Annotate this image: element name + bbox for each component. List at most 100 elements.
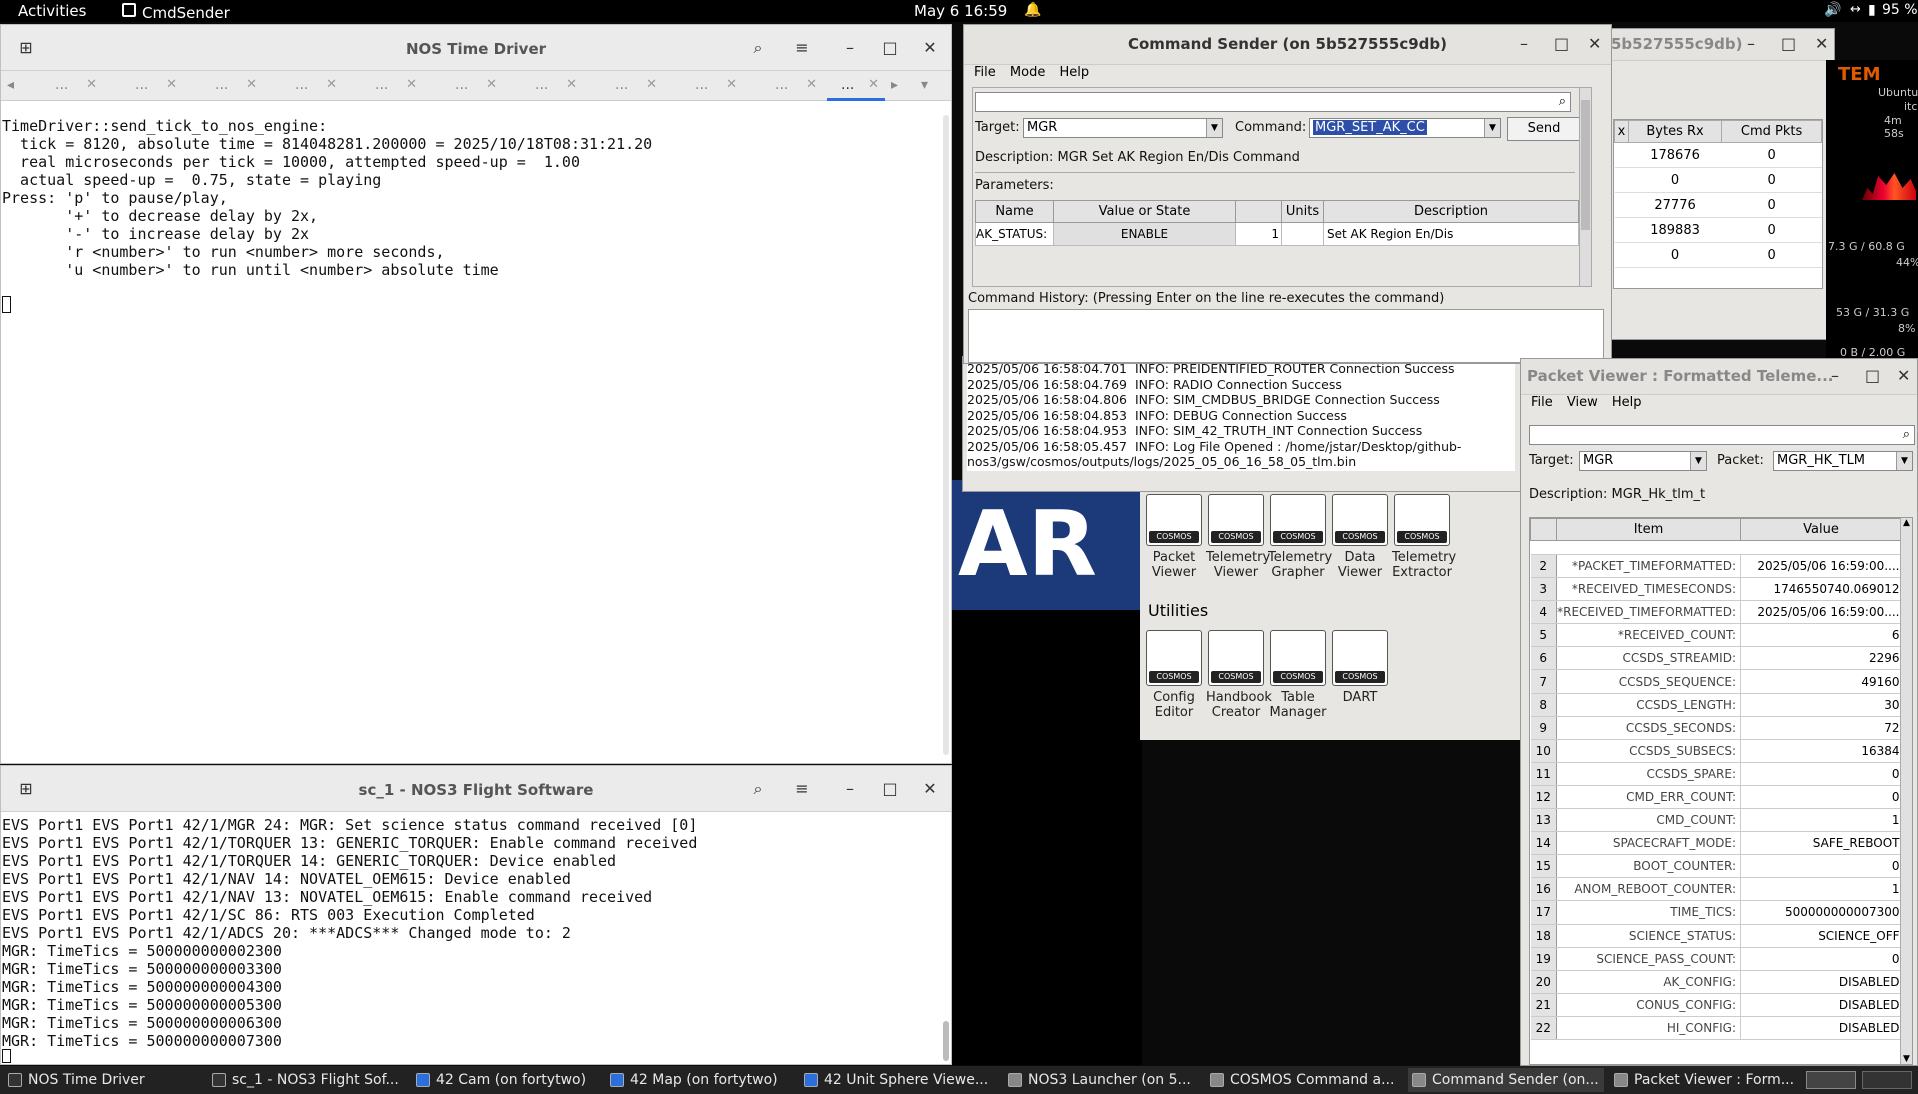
close-icon[interactable]: ✕ <box>915 776 945 802</box>
search-icon[interactable]: ⌕ <box>743 776 773 802</box>
packet-select[interactable]: MGR_HK_TLM ▼ <box>1773 451 1913 471</box>
close-icon[interactable]: ✕ <box>1897 366 1910 385</box>
table-manager-launcher-icon[interactable]: Table Manager <box>1268 630 1328 720</box>
workspace-switcher-2[interactable] <box>1862 1071 1912 1089</box>
telemetry-extractor-launcher-icon[interactable]: Telemetry Extractor <box>1392 494 1456 580</box>
tab-item[interactable]: ... ✕ <box>505 71 583 101</box>
command-history[interactable] <box>968 309 1604 363</box>
close-icon[interactable]: ✕ <box>86 71 97 99</box>
activities-button[interactable]: Activities <box>18 2 86 20</box>
telemetry-viewer-launcher-icon[interactable]: Telemetry Viewer <box>1206 494 1270 580</box>
search-input[interactable]: ⌕ <box>975 92 1571 112</box>
hamburger-menu-icon[interactable]: ≡ <box>787 776 817 802</box>
menu-view[interactable]: View <box>1567 395 1598 410</box>
close-icon[interactable]: ✕ <box>246 71 257 99</box>
minimize-icon[interactable]: – <box>1831 366 1839 385</box>
close-icon[interactable]: ✕ <box>326 71 337 99</box>
data-viewer-launcher-icon[interactable]: Data Viewer <box>1330 494 1390 580</box>
tab-item[interactable]: ... ✕ <box>185 71 263 101</box>
taskbar-item[interactable]: Packet Viewer : Form... <box>1610 1068 1806 1092</box>
close-icon[interactable]: ✕ <box>726 71 737 99</box>
close-icon[interactable]: ✕ <box>566 71 577 99</box>
menu-help[interactable]: Help <box>1059 65 1089 80</box>
scrollbar[interactable] <box>943 1021 949 1061</box>
taskbar-item[interactable]: 42 Cam (on fortytwo) <box>412 1068 608 1092</box>
search-icon[interactable]: ⌕ <box>743 35 773 61</box>
volume-icon[interactable]: 🔊 <box>1824 2 1841 18</box>
minimize-icon[interactable]: – <box>835 776 865 802</box>
tab-item[interactable]: ... ✕ <box>585 71 663 101</box>
maximize-icon[interactable]: □ <box>1865 366 1880 385</box>
battery-icon[interactable]: ▮ <box>1868 2 1876 18</box>
taskbar-item[interactable]: sc_1 - NOS3 Flight Sof... <box>208 1068 404 1092</box>
tab-scroll-left-icon[interactable]: ◂ <box>1 71 25 101</box>
target-select[interactable]: MGR ▼ <box>1023 118 1223 138</box>
scroll-up-icon[interactable]: ▲ <box>1901 518 1912 528</box>
tab-item[interactable]: ... ✕ <box>265 71 343 101</box>
packet-viewer-launcher-icon[interactable]: Packet Viewer <box>1144 494 1204 580</box>
link-status-window[interactable]: 5b527555c9db) – □ ✕ x Bytes Rx Cmd Pkts 178… <box>1600 28 1835 340</box>
clock[interactable]: May 6 16:59 <box>914 2 1007 20</box>
close-icon[interactable]: ✕ <box>486 71 497 99</box>
taskbar-item[interactable]: NOS3 Launcher (on 5... <box>1004 1068 1200 1092</box>
tab-item[interactable]: ... ✕ <box>745 71 823 101</box>
maximize-icon[interactable]: □ <box>1554 34 1569 53</box>
terminal-line: 2025/05/06 16:58:05.457 INFO: Log File O… <box>967 438 1462 454</box>
scrollbar-thumb[interactable] <box>1581 100 1590 230</box>
menu-help[interactable]: Help <box>1612 395 1642 410</box>
handbook-creator-launcher-icon[interactable]: Handbook Creator <box>1206 630 1272 720</box>
tab-item[interactable]: ... ✕ <box>105 71 183 101</box>
minimize-icon[interactable]: – <box>1520 34 1528 53</box>
close-icon[interactable]: ✕ <box>868 71 879 99</box>
tab-item[interactable]: ... ✕ <box>425 71 503 101</box>
tab-item[interactable]: ... ✕ <box>665 71 743 101</box>
scroll-down-icon[interactable]: ▼ <box>1901 1054 1912 1064</box>
tab-list-icon[interactable]: ▾ <box>921 71 941 101</box>
param-value-input[interactable]: 1 <box>1235 222 1282 246</box>
telemetry-grapher-launcher-icon[interactable]: Telemetry Grapher <box>1268 494 1332 580</box>
param-state-select[interactable]: ENABLE <box>1053 222 1236 246</box>
scrollbar[interactable] <box>943 115 949 755</box>
maximize-icon[interactable]: □ <box>875 776 905 802</box>
menu-mode[interactable]: Mode <box>1010 65 1045 80</box>
close-icon[interactable]: ✕ <box>806 71 817 99</box>
minimize-icon[interactable]: – <box>1747 34 1755 53</box>
maximize-icon[interactable]: □ <box>1781 34 1796 53</box>
close-icon[interactable]: ✕ <box>406 71 417 99</box>
tab-item[interactable]: ... ✕ <box>25 71 103 101</box>
close-icon[interactable]: ✕ <box>166 71 177 99</box>
config-editor-launcher-icon[interactable]: Config Editor <box>1144 630 1204 720</box>
taskbar-item[interactable]: COSMOS Command a... <box>1206 1068 1402 1092</box>
bell-icon[interactable]: 🔔 <box>1024 2 1041 18</box>
taskbar-item[interactable]: Command Sender (on... <box>1408 1068 1604 1092</box>
hamburger-menu-icon[interactable]: ≡ <box>787 35 817 61</box>
search-input[interactable]: ⌕ <box>1529 425 1915 445</box>
maximize-icon[interactable]: □ <box>875 35 905 61</box>
network-icon[interactable]: ↔ <box>1850 2 1861 17</box>
tab-item[interactable]: ... ✕ <box>345 71 423 101</box>
tab-active[interactable]: ... ✕ <box>827 71 885 101</box>
close-icon[interactable]: ✕ <box>1588 34 1601 53</box>
close-icon[interactable]: ✕ <box>1815 34 1828 53</box>
command-sender-window[interactable]: Command Sender (on 5b527555c9db) – □ ✕ F… <box>963 24 1612 364</box>
dart-launcher-icon[interactable]: DART <box>1330 630 1390 705</box>
send-button[interactable]: Send <box>1507 117 1581 141</box>
flight-software-terminal[interactable]: ⊞ sc_1 - NOS3 Flight Software ⌕ ≡ – □ ✕ … <box>0 765 952 1065</box>
packet-viewer-window[interactable]: Packet Viewer : Formatted Teleme... – □ … <box>1520 358 1918 1066</box>
target-select[interactable]: MGR ▼ <box>1579 451 1707 471</box>
time-driver-terminal[interactable]: ⊞ NOS Time Driver ⌕ ≡ – □ ✕ ◂ ... ✕ ▸ ▾ .… <box>0 24 952 764</box>
scrollbar[interactable] <box>1579 88 1591 286</box>
taskbar-item[interactable]: NOS Time Driver <box>4 1068 200 1092</box>
app-menu[interactable]: CmdSender <box>122 2 230 22</box>
command-select[interactable]: MGR_SET_AK_CC ▼ <box>1309 118 1501 138</box>
scrollbar[interactable]: ▲ ▼ <box>1900 518 1912 1064</box>
menu-file[interactable]: File <box>974 65 996 80</box>
workspace-switcher[interactable] <box>1806 1071 1856 1089</box>
taskbar-item[interactable]: 42 Map (on fortytwo) <box>606 1068 802 1092</box>
tab-scroll-right-icon[interactable]: ▸ <box>891 71 911 101</box>
menu-file[interactable]: File <box>1531 395 1553 410</box>
minimize-icon[interactable]: – <box>835 35 865 61</box>
taskbar-item[interactable]: 42 Unit Sphere Viewe... <box>800 1068 996 1092</box>
close-icon[interactable]: ✕ <box>646 71 657 99</box>
close-icon[interactable]: ✕ <box>915 35 945 61</box>
